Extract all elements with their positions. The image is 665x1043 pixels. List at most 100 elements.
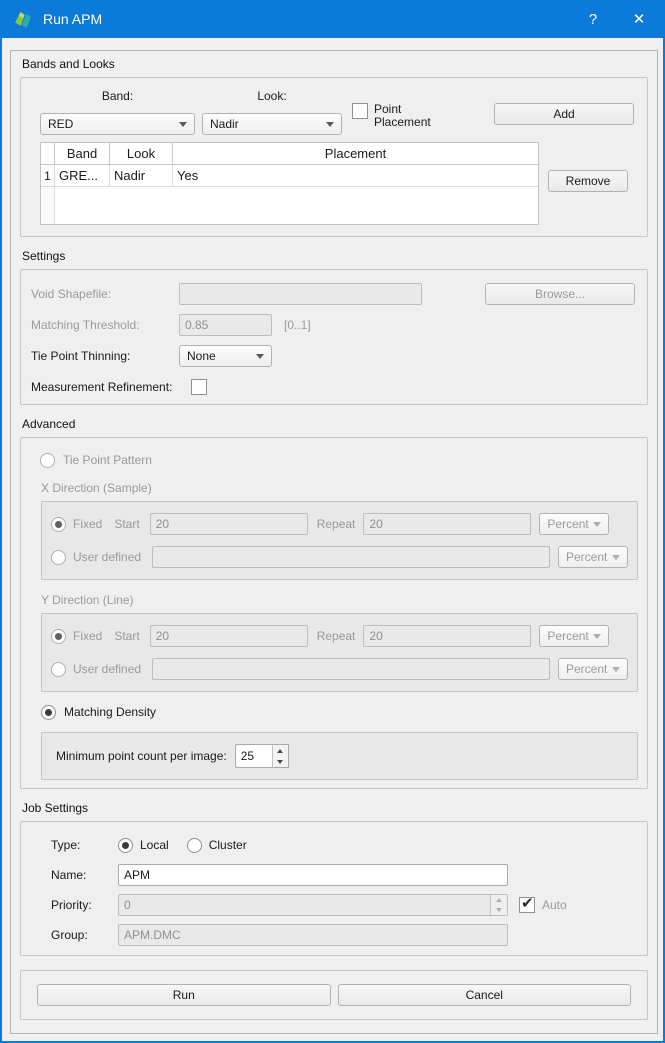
y-unit-select: Percent bbox=[539, 625, 609, 647]
point-placement-checkbox[interactable] bbox=[352, 103, 368, 119]
run-apm-dialog: Run APM ? ✕ Bands and Looks Band: RED Lo… bbox=[0, 0, 665, 1043]
chevron-down-icon bbox=[179, 122, 187, 127]
job-settings-section-title: Job Settings bbox=[22, 801, 648, 817]
help-button[interactable]: ? bbox=[570, 0, 616, 38]
look-select[interactable]: Nadir bbox=[202, 113, 342, 135]
cluster-label: Cluster bbox=[209, 838, 247, 852]
column-header-placement[interactable]: Placement bbox=[173, 143, 538, 165]
table-corner-cell bbox=[41, 143, 55, 165]
arrow-down-icon bbox=[277, 760, 283, 764]
tie-point-thinning-value: None bbox=[187, 349, 216, 363]
window-title: Run APM bbox=[43, 11, 102, 27]
job-name-row: Name: bbox=[51, 864, 635, 886]
point-placement-field: Point Placement bbox=[352, 86, 440, 142]
column-header-band[interactable]: Band bbox=[55, 143, 110, 165]
measurement-refinement-label: Measurement Refinement: bbox=[31, 380, 191, 394]
band-label: Band: bbox=[40, 86, 195, 106]
job-name-input[interactable] bbox=[118, 864, 508, 886]
matching-threshold-range: [0..1] bbox=[284, 318, 311, 332]
bands-table: Band Look Placement 1 GRE... Nadir Yes bbox=[40, 142, 539, 225]
tie-point-thinning-select[interactable]: None bbox=[179, 345, 272, 367]
chevron-down-icon bbox=[612, 555, 620, 560]
cancel-button[interactable]: Cancel bbox=[338, 984, 632, 1006]
matching-density-box: Minimum point count per image: bbox=[41, 732, 638, 780]
tie-point-pattern-radio bbox=[40, 453, 55, 468]
x-user-defined-row: User defined Percent bbox=[51, 545, 628, 569]
table-cell-band[interactable]: GRE... bbox=[55, 165, 110, 187]
job-priority-label: Priority: bbox=[51, 898, 118, 912]
tie-point-pattern-label: Tie Point Pattern bbox=[63, 453, 152, 467]
x-user-defined-label: User defined bbox=[73, 550, 141, 564]
job-type-row: Type: Local Cluster bbox=[51, 836, 635, 854]
band-select[interactable]: RED bbox=[40, 113, 195, 135]
table-filler bbox=[110, 187, 173, 224]
matching-threshold-label: Matching Threshold: bbox=[31, 318, 179, 332]
footer-button-bar: Run Cancel bbox=[20, 970, 648, 1020]
spin-down-button[interactable] bbox=[273, 756, 288, 767]
job-type-label: Type: bbox=[51, 838, 118, 852]
void-shapefile-label: Void Shapefile: bbox=[31, 287, 179, 301]
y-user-defined-radio bbox=[51, 662, 66, 677]
chevron-down-icon bbox=[593, 522, 601, 527]
chevron-down-icon bbox=[326, 122, 334, 127]
local-radio[interactable] bbox=[118, 838, 133, 853]
table-cell-placement[interactable]: Yes bbox=[173, 165, 538, 187]
x-repeat-input bbox=[363, 513, 531, 535]
table-filler bbox=[41, 187, 55, 224]
x-fixed-row: Fixed Start Repeat Percent bbox=[51, 512, 628, 536]
local-label: Local bbox=[140, 838, 169, 852]
arrow-up-icon bbox=[496, 898, 502, 902]
cluster-radio[interactable] bbox=[187, 838, 202, 853]
void-shapefile-row: Void Shapefile: Browse... bbox=[31, 283, 635, 305]
x-fixed-radio bbox=[51, 517, 66, 532]
y-user-defined-row: User defined Percent bbox=[51, 657, 628, 681]
add-button[interactable]: Add bbox=[494, 103, 634, 125]
y-fixed-label: Fixed bbox=[73, 629, 102, 643]
void-shapefile-input bbox=[179, 283, 422, 305]
job-name-label: Name: bbox=[51, 868, 118, 882]
advanced-groupbox: Tie Point Pattern X Direction (Sample) F… bbox=[20, 437, 648, 789]
x-user-defined-radio bbox=[51, 550, 66, 565]
close-icon[interactable]: ✕ bbox=[616, 0, 662, 38]
y-user-unit-select: Percent bbox=[558, 658, 628, 680]
tie-point-thinning-label: Tie Point Thinning: bbox=[31, 349, 179, 363]
band-look-row: Band: RED Look: Nadir Point Placement bbox=[40, 86, 634, 142]
y-direction-title: Y Direction (Line) bbox=[41, 593, 638, 607]
app-icon bbox=[13, 9, 34, 30]
x-user-unit-select: Percent bbox=[558, 546, 628, 568]
job-priority-spinner bbox=[118, 894, 508, 916]
job-group-input bbox=[118, 924, 508, 946]
run-button[interactable]: Run bbox=[37, 984, 331, 1006]
table-cell-look[interactable]: Nadir bbox=[110, 165, 173, 187]
tie-point-thinning-row: Tie Point Thinning: None bbox=[31, 345, 635, 367]
matching-density-radio[interactable] bbox=[41, 705, 56, 720]
look-field: Look: Nadir bbox=[202, 86, 342, 142]
browse-button: Browse... bbox=[485, 283, 635, 305]
matching-threshold-row: Matching Threshold: [0..1] bbox=[31, 314, 635, 336]
matching-density-row: Matching Density bbox=[41, 704, 638, 720]
remove-button[interactable]: Remove bbox=[548, 170, 628, 192]
type-cluster-option[interactable]: Cluster bbox=[187, 838, 247, 853]
tie-point-pattern-row: Tie Point Pattern bbox=[40, 452, 638, 468]
spin-up-button bbox=[491, 895, 507, 905]
y-repeat-input bbox=[363, 625, 531, 647]
column-header-look[interactable]: Look bbox=[110, 143, 173, 165]
y-fixed-row: Fixed Start Repeat Percent bbox=[51, 624, 628, 648]
auto-priority-checkbox[interactable] bbox=[519, 897, 535, 913]
x-unit-value: Percent bbox=[547, 517, 588, 531]
x-direction-title: X Direction (Sample) bbox=[41, 481, 638, 495]
spin-up-button[interactable] bbox=[273, 745, 288, 756]
row-number-cell[interactable]: 1 bbox=[41, 165, 55, 187]
min-point-count-input[interactable] bbox=[235, 744, 272, 768]
look-selected-value: Nadir bbox=[210, 117, 239, 131]
x-start-input bbox=[150, 513, 308, 535]
measurement-refinement-checkbox[interactable] bbox=[191, 379, 207, 395]
look-label: Look: bbox=[202, 86, 342, 106]
bands-looks-groupbox: Band: RED Look: Nadir Point Placement bbox=[20, 77, 648, 237]
y-direction-box: Fixed Start Repeat Percent User defined bbox=[41, 613, 638, 692]
band-selected-value: RED bbox=[48, 117, 73, 131]
y-fixed-radio bbox=[51, 629, 66, 644]
settings-section-title: Settings bbox=[22, 249, 648, 265]
job-group-row: Group: bbox=[51, 924, 635, 946]
type-local-option[interactable]: Local bbox=[118, 838, 169, 853]
